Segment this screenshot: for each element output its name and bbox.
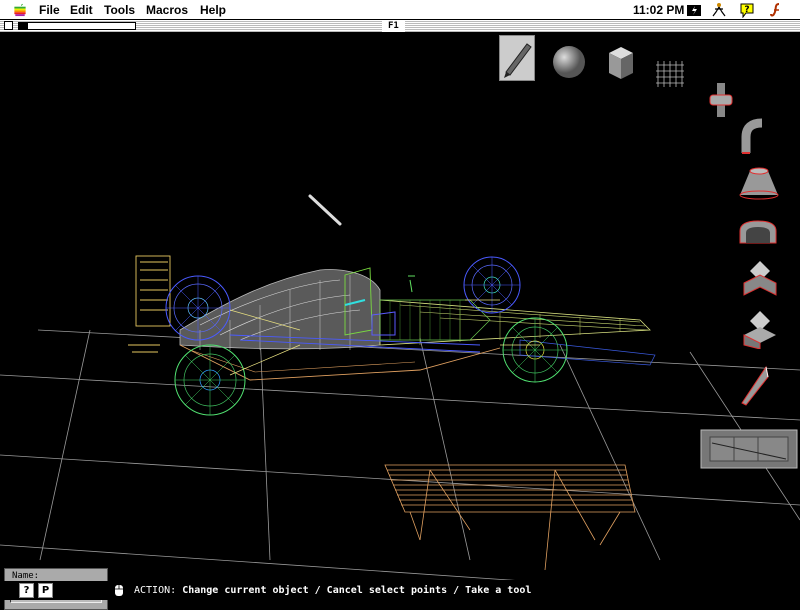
progress-bar xyxy=(18,22,136,30)
mouse-icon xyxy=(115,585,123,596)
bend-tool[interactable] xyxy=(738,117,772,157)
menubar-clock[interactable]: 11:02 PM xyxy=(633,3,684,17)
menu-macros[interactable]: Macros xyxy=(146,3,188,17)
menu-file[interactable]: File xyxy=(39,3,60,17)
half-cylinder-icon xyxy=(739,220,777,244)
front-wheel-left xyxy=(463,256,521,314)
menu-tools[interactable]: Tools xyxy=(104,3,135,17)
extrude-panel-icon xyxy=(700,429,798,469)
window-title-bar[interactable]: F1 xyxy=(0,20,800,33)
bend-icon xyxy=(741,118,763,154)
cube-icon xyxy=(609,47,633,79)
rear-wheel-left xyxy=(165,275,231,341)
rear-wing-wireframe xyxy=(128,255,171,353)
help-button[interactable]: ? xyxy=(19,583,34,598)
truncated-cone-icon xyxy=(739,167,779,200)
cube-tool[interactable] xyxy=(603,43,637,83)
sphere-tool[interactable] xyxy=(550,43,588,81)
pencil-tool[interactable] xyxy=(499,35,535,81)
menu-bar: File Edit Tools Macros Help 11:02 PM ? xyxy=(0,0,800,20)
preferences-button[interactable]: P xyxy=(38,583,53,598)
boolean-intersect-tool[interactable] xyxy=(740,309,780,350)
apple-menu-icon[interactable] xyxy=(12,2,28,17)
front-wheel-right xyxy=(502,317,568,383)
sphere-icon xyxy=(553,46,585,78)
wedge-tool[interactable] xyxy=(738,363,772,407)
floating-rod xyxy=(308,194,342,226)
boolean-subtract-icon xyxy=(743,261,777,296)
battery-icon[interactable] xyxy=(686,2,702,18)
boolean-subtract-tool[interactable] xyxy=(740,259,780,299)
window-title: F1 xyxy=(382,20,405,32)
menu-edit[interactable]: Edit xyxy=(70,3,93,17)
pipe-tool[interactable] xyxy=(706,81,736,119)
half-cylinder-tool[interactable] xyxy=(738,217,780,247)
help-balloon-icon[interactable]: ? xyxy=(739,2,755,18)
assistant-icon[interactable] xyxy=(711,2,727,18)
boolean-intersect-icon xyxy=(743,311,776,350)
action-prefix: ACTION: xyxy=(134,585,177,596)
body-wireframe xyxy=(179,267,656,381)
grid-plane-icon xyxy=(656,61,684,87)
action-description: Change current object / Cancel select po… xyxy=(182,585,532,596)
pipe-icon xyxy=(709,83,733,117)
status-bar: ? P ACTION: Change current object / Canc… xyxy=(0,581,800,600)
menu-help[interactable]: Help xyxy=(200,3,226,17)
grid-plane-tool[interactable] xyxy=(652,57,688,89)
progress-fill xyxy=(19,23,29,29)
cone-tool[interactable] xyxy=(738,165,780,201)
close-box[interactable] xyxy=(4,21,13,30)
3d-viewport[interactable]: Name: Surface0 xyxy=(0,33,800,610)
application-icon[interactable] xyxy=(768,2,784,18)
svg-text:?: ? xyxy=(744,5,749,15)
pencil-icon xyxy=(504,43,532,78)
rear-wheel-right xyxy=(174,344,246,416)
wing-wireframe xyxy=(384,464,636,571)
scene-canvas[interactable] xyxy=(0,33,800,580)
wedge-icon xyxy=(741,365,769,406)
ground-grid xyxy=(0,329,800,580)
name-label: Name: xyxy=(12,571,40,581)
extrude-panel-tool[interactable] xyxy=(700,429,798,469)
action-hint: ACTION: Change current object / Cancel s… xyxy=(134,585,531,596)
